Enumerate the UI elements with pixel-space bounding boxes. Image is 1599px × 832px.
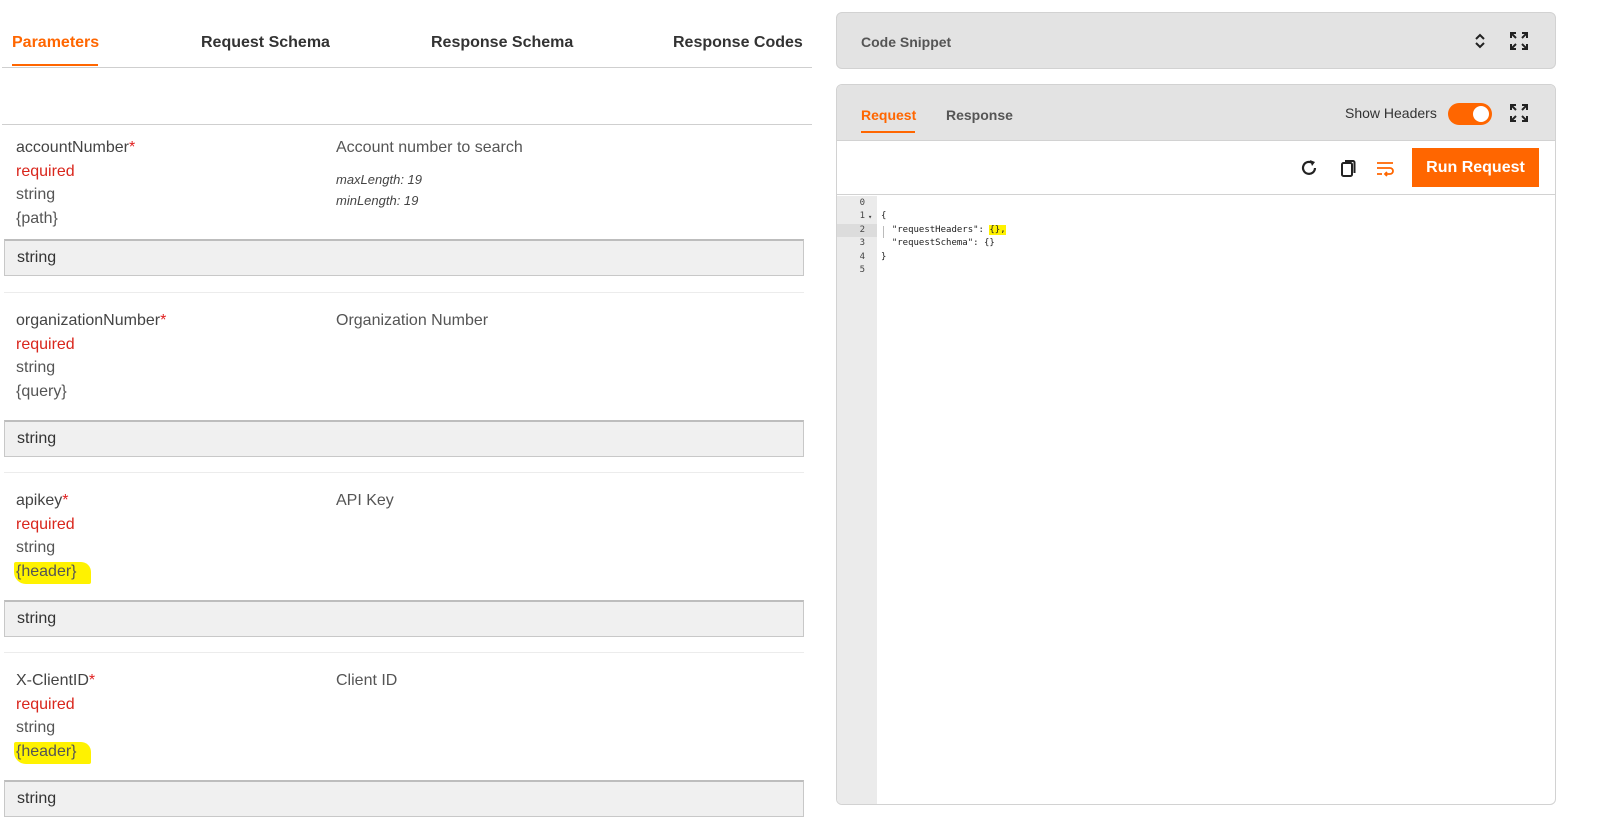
line-number: 5 [859,265,865,275]
toggle-knob [1473,106,1489,122]
param-name: X-ClientID* [16,672,96,689]
highlighted-code: {}, [989,225,1006,235]
required-star: * [62,492,69,509]
param-required: required [16,516,75,533]
run-request-button[interactable]: Run Request [1412,148,1539,187]
tab-response-schema[interactable]: Response Schema [431,34,573,52]
show-headers-toggle[interactable] [1448,103,1492,125]
refresh-icon[interactable] [1298,157,1320,179]
param-description: Organization Number [336,312,489,329]
divider [4,652,804,653]
parameters-panel: Parameters Request Schema Response Schem… [0,0,812,832]
account-number-input[interactable]: string [4,239,804,276]
editor-toolbar: Run Request [837,141,1555,195]
tab-response-codes[interactable]: Response Codes [673,34,803,52]
param-account-number: accountNumber* required string {path} Ac… [4,125,804,305]
fullscreen-icon[interactable] [1508,102,1530,124]
apikey-input[interactable]: string [4,600,804,637]
copy-icon[interactable] [1337,157,1359,179]
line-gutter: 0 1 ▾ 2 3 4 5 [837,196,877,804]
required-star: * [88,672,96,689]
divider [4,472,804,473]
line-number: 0 [859,198,865,208]
active-line-marker [837,224,877,237]
active-tab-indicator [12,64,98,66]
param-name: organizationNumber* [16,312,167,329]
param-location: {query} [16,383,67,400]
param-location: {path} [16,210,58,227]
param-apikey: apikey* required string {header} API Key… [4,472,804,652]
code-line: } [881,252,887,262]
code-line: { [881,211,887,221]
param-max-length: maxLength: 19 [336,172,423,187]
tab-request-schema[interactable]: Request Schema [201,34,330,52]
param-required: required [16,336,75,353]
request-panel-header: Request Response Show Headers [837,85,1555,141]
param-required: required [16,163,75,180]
wrap-icon[interactable] [1374,157,1396,179]
required-star: * [160,312,167,329]
tab-parameters[interactable]: Parameters [12,34,99,52]
tab-bar: Parameters Request Schema Response Schem… [2,0,812,68]
required-star: * [128,139,136,156]
param-name: accountNumber* [16,139,136,156]
divider [4,292,804,293]
code-snippet-title: Code Snippet [861,34,952,50]
code-line: "requestHeaders": {}, [881,225,1006,235]
param-description: Account number to search [336,139,523,156]
expand-collapse-icon[interactable] [1469,30,1491,52]
param-location-highlighted: {header} [14,742,91,764]
param-min-length: minLength: 19 [336,193,419,208]
param-location-highlighted: {header} [14,562,91,584]
param-type: string [16,186,56,203]
line-number: 2 [859,225,865,235]
param-type: string [16,719,56,736]
param-name: apikey* [16,492,69,509]
organization-number-input[interactable]: string [4,420,804,457]
tab-response[interactable]: Response [946,107,1013,123]
param-organization-number: organizationNumber* required string {que… [4,292,804,472]
line-number: 4 [859,252,865,262]
code-line: "requestSchema": {} [881,238,995,248]
param-type: string [16,359,56,376]
tab-request[interactable]: Request [861,107,916,123]
line-number: 1 [859,211,865,221]
line-number: 3 [859,238,865,248]
param-description: Client ID [336,672,398,689]
fold-arrow-icon[interactable]: ▾ [868,213,872,221]
param-type: string [16,539,56,556]
show-headers-label: Show Headers [1345,105,1437,121]
x-client-id-input[interactable]: string [4,780,804,817]
param-description: API Key [336,492,394,509]
param-x-client-id: X-ClientID* required string {header} Cli… [4,652,804,832]
fullscreen-icon[interactable] [1508,30,1530,52]
request-panel: Request Response Show Headers Run Reques… [836,84,1556,805]
code-snippet-header[interactable]: Code Snippet [836,12,1556,69]
param-required: required [16,696,75,713]
code-editor[interactable]: 0 1 ▾ 2 3 4 5 { "requestHeaders": {}, "r… [837,196,1555,804]
active-tab-indicator [861,131,915,133]
